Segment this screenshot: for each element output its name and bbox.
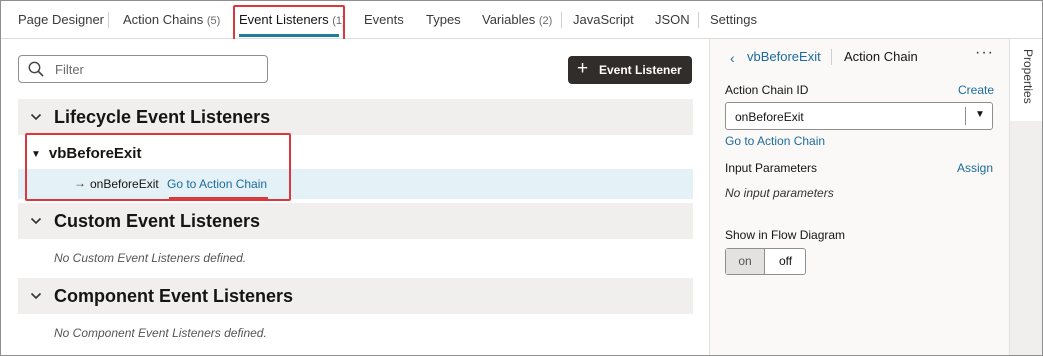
tab-count: (5) xyxy=(206,15,221,27)
link-highlight-underline xyxy=(169,197,268,199)
toggle-off-button[interactable]: off xyxy=(766,249,805,274)
breadcrumb-current: Action Chain xyxy=(844,49,918,64)
tab-label: Action Chains xyxy=(123,12,204,27)
breadcrumb-divider xyxy=(831,49,832,65)
section-title: Component Event Listeners xyxy=(54,286,294,306)
properties-side-tab-label: Properties xyxy=(1021,49,1035,104)
assign-link[interactable]: Assign xyxy=(957,161,993,175)
tab-label: Variables xyxy=(482,12,536,27)
properties-panel: ‹ vbBeforeExit Action Chain ··· Action C… xyxy=(709,39,1009,355)
tab-highlight-box xyxy=(233,5,345,43)
filter-input[interactable]: Filter xyxy=(18,55,268,83)
tab-variables[interactable]: Variables (2) xyxy=(482,12,552,27)
select-value: onBeforeExit xyxy=(735,110,804,124)
empty-component-note: No Component Event Listeners defined. xyxy=(54,326,267,340)
empty-custom-note: No Custom Event Listeners defined. xyxy=(54,251,247,265)
add-event-listener-button[interactable]: + Event Listener xyxy=(568,56,692,84)
filter-placeholder: Filter xyxy=(55,62,84,77)
more-options-icon[interactable]: ··· xyxy=(975,44,994,62)
properties-side-tab[interactable]: Properties xyxy=(1010,39,1042,121)
back-chevron-icon[interactable]: ‹ xyxy=(730,50,735,66)
chevron-down-icon xyxy=(30,217,42,225)
flow-diagram-label: Show in Flow Diagram xyxy=(725,228,846,242)
app-frame: Page Designer Action Chains (5) Event Li… xyxy=(0,0,1043,356)
chevron-down-icon xyxy=(30,292,42,300)
tab-divider xyxy=(108,12,109,28)
breadcrumb-link[interactable]: vbBeforeExit xyxy=(747,49,821,64)
section-custom-header[interactable]: Custom Event Listeners xyxy=(18,203,693,239)
section-title: Lifecycle Event Listeners xyxy=(54,107,271,127)
tab-divider xyxy=(561,12,562,28)
listener-highlight-box xyxy=(25,133,291,201)
side-tab-strip: Properties xyxy=(1009,39,1042,355)
plus-icon: + xyxy=(577,58,589,79)
tab-label: Events xyxy=(364,12,404,27)
caret-down-icon: ▼ xyxy=(975,109,985,120)
go-to-action-chain-link[interactable]: Go to Action Chain xyxy=(725,134,825,148)
create-link[interactable]: Create xyxy=(958,83,994,97)
toggle-on-button[interactable]: on xyxy=(726,249,765,274)
search-icon xyxy=(28,61,44,77)
chevron-down-icon xyxy=(30,113,42,121)
section-lifecycle-header[interactable]: Lifecycle Event Listeners xyxy=(18,99,693,135)
tab-json[interactable]: JSON xyxy=(655,12,690,27)
tab-settings[interactable]: Settings xyxy=(710,12,757,27)
no-input-parameters-note: No input parameters xyxy=(725,186,834,200)
tab-events[interactable]: Events xyxy=(364,12,404,27)
section-component-header[interactable]: Component Event Listeners xyxy=(18,278,693,314)
tab-divider xyxy=(698,12,699,28)
tab-page-designer[interactable]: Page Designer xyxy=(18,12,104,27)
input-parameters-label: Input Parameters xyxy=(725,161,818,175)
tab-label: JSON xyxy=(655,12,690,27)
tab-action-chains[interactable]: Action Chains (5) xyxy=(123,12,220,27)
select-divider xyxy=(965,107,966,125)
designer-tab-bar: Page Designer Action Chains (5) Event Li… xyxy=(1,1,1042,39)
section-title: Custom Event Listeners xyxy=(54,211,261,231)
tab-count: (2) xyxy=(538,15,553,27)
add-event-listener-label: Event Listener xyxy=(599,63,682,77)
tab-label: Page Designer xyxy=(18,12,104,27)
tab-label: Settings xyxy=(710,12,757,27)
action-chain-select[interactable]: onBeforeExit ▼ xyxy=(725,102,993,130)
tab-label: Types xyxy=(426,12,461,27)
flow-diagram-toggle: on off xyxy=(725,248,806,275)
tab-label: JavaScript xyxy=(573,12,634,27)
tab-javascript[interactable]: JavaScript xyxy=(573,12,634,27)
action-chain-id-label: Action Chain ID xyxy=(725,83,809,97)
tab-types[interactable]: Types xyxy=(426,12,461,27)
